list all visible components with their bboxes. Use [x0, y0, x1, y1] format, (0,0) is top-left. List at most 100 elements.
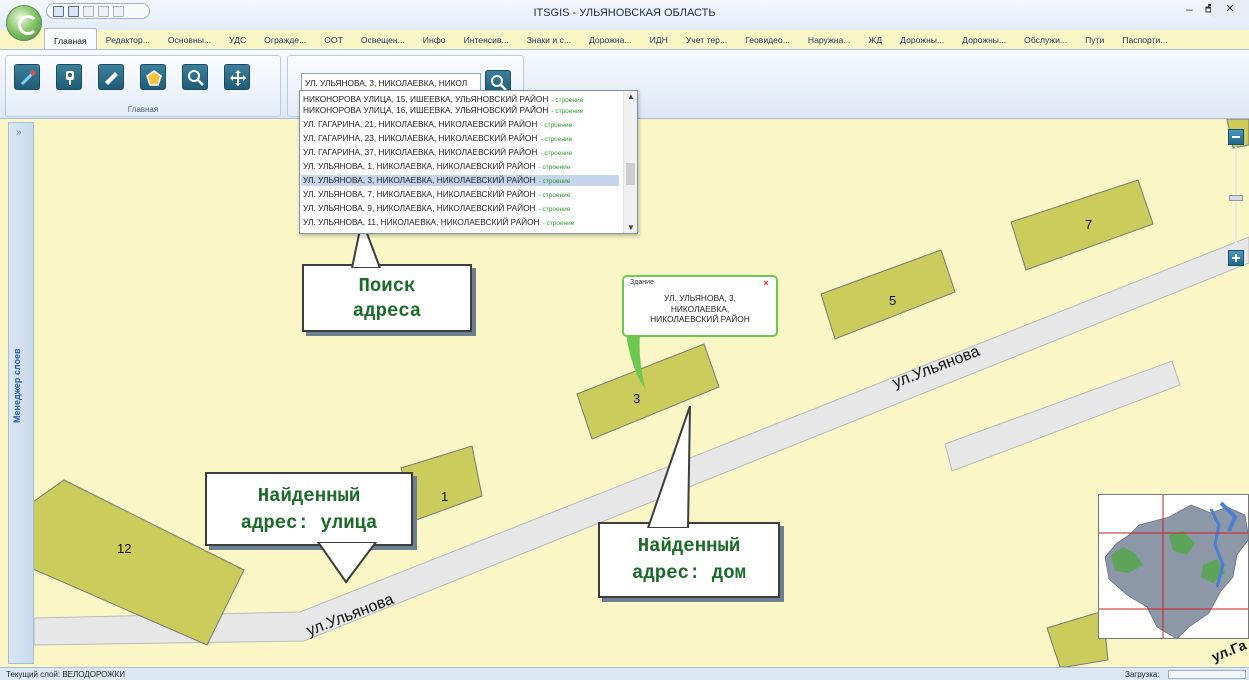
result-type: - строение — [538, 192, 571, 199]
search-result-item[interactable]: НИКОНОРОВА УЛИЦА, 15, ИШЕЕВКА, УЛЬЯНОВСК… — [303, 94, 621, 105]
search-result-item[interactable]: УЛ. ГАГАРИНА, 37, НИКОЛАЕВКА, НИКОЛАЕВСК… — [303, 147, 621, 158]
tab-idn[interactable]: ИДН — [641, 28, 677, 50]
tab-editor[interactable]: Редактор... — [97, 28, 159, 50]
select-tool-button[interactable] — [14, 64, 40, 90]
polygon-button[interactable] — [140, 64, 166, 90]
callout-found-street: Найденный адрес: улица — [205, 472, 413, 546]
building-5[interactable] — [820, 249, 956, 340]
result-type: - строение — [551, 108, 584, 115]
building-number-7: 7 — [1085, 217, 1092, 232]
expand-panel-icon[interactable]: » — [16, 127, 22, 138]
search-result-item[interactable]: УЛ. УЛЬЯНОВА, 9, НИКОЛАЕВКА, НИКОЛАЕВСКИ… — [303, 203, 621, 214]
search-result-item[interactable]: УЛ. УЛЬЯНОВА, 7, НИКОЛАЕВКА, НИКОЛАЕВСКИ… — [303, 189, 621, 200]
layer-manager-label: Менеджер слоев — [12, 348, 22, 423]
scroll-up-icon[interactable]: ▲ — [627, 92, 635, 101]
tab-routes[interactable]: Пути — [1076, 28, 1113, 50]
zoom-in-button[interactable] — [1228, 250, 1244, 266]
road-secondary — [944, 360, 1181, 472]
minimize-button[interactable]: – — [1186, 2, 1193, 16]
tab-passport[interactable]: Паспорти... — [1113, 28, 1176, 50]
zoom-slider-thumb[interactable] — [1229, 195, 1243, 201]
zoom-button[interactable] — [182, 64, 208, 90]
search-result-item[interactable]: УЛ. УЛЬЯНОВА, 11, НИКОЛАЕВКА, НИКОЛАЕВСК… — [303, 217, 621, 228]
polygon-icon — [146, 70, 162, 86]
tab-railway[interactable]: ЖД — [859, 28, 891, 50]
result-address: УЛ. УЛЬЯНОВА, 7, НИКОЛАЕВКА, НИКОЛАЕВСКИ… — [303, 189, 536, 199]
building-number-5: 5 — [889, 293, 896, 308]
result-address: НИКОНОРОВА УЛИЦА, 15, ИШЕЕВКА, УЛЬЯНОВСК… — [303, 94, 549, 104]
callout-found-house: Найденный адрес: дом — [598, 522, 780, 598]
tab-geovideo[interactable]: Геовидео... — [736, 28, 799, 50]
tab-territory[interactable]: Учет тер... — [677, 28, 736, 50]
tab-outdoor[interactable]: Наружна... — [799, 28, 860, 50]
tab-oot[interactable]: ООТ — [315, 28, 352, 50]
result-type: - строение — [542, 220, 575, 227]
results-scrollbar[interactable]: ▲ ▼ — [623, 91, 637, 233]
close-button[interactable]: ✕ — [1211, 0, 1249, 18]
select-tool-icon — [20, 70, 36, 86]
result-type: - строение — [540, 136, 573, 143]
search-results-dropdown: НИКОНОРОВА УЛИЦА, 15, ИШЕЕВКА, УЛЬЯНОВСК… — [299, 90, 638, 234]
building-7[interactable] — [1010, 179, 1154, 271]
tab-road-2[interactable]: Дорожны... — [891, 28, 953, 50]
title-bar: ITSGIS - УЛЬЯНОВСКАЯ ОБЛАСТЬ – 🗗 ✕ — [0, 0, 1249, 30]
result-type: - строение — [540, 150, 573, 157]
tab-service[interactable]: Обслужи... — [1015, 28, 1076, 50]
zoom-icon — [188, 70, 204, 86]
search-result-item[interactable]: НИКОНОРОВА УЛИЦА, 16, ИШЕЕВКА, УЛЬЯНОВСК… — [303, 105, 621, 116]
tab-signs[interactable]: Знаки и с... — [518, 28, 580, 50]
callout-text: Найденный — [637, 535, 741, 557]
ribbon-group-label: Главная — [127, 105, 159, 114]
result-address: УЛ. УЛЬЯНОВА, 1, НИКОЛАЕВКА, НИКОЛАЕВСКИ… — [303, 161, 536, 171]
layer-manager-panel[interactable]: » Менеджер слоев — [8, 122, 34, 664]
result-address: УЛ. ГАГАРИНА, 37, НИКОЛАЕВКА, НИКОЛАЕВСК… — [303, 147, 538, 157]
result-address: УЛ. ГАГАРИНА, 23, НИКОЛАЕВКА, НИКОЛАЕВСК… — [303, 133, 538, 143]
search-result-item[interactable]: УЛ. УЛЬЯНОВА, 1, НИКОЛАЕВКА, НИКОЛАЕВСКИ… — [303, 161, 621, 172]
callout-text: адрес: дом — [631, 562, 747, 584]
result-type: - строение — [551, 97, 584, 104]
callout-text: адреса — [352, 300, 422, 322]
tab-uds[interactable]: УДС — [220, 28, 255, 50]
building-1[interactable] — [400, 445, 483, 521]
tab-info[interactable]: Инфо — [414, 28, 455, 50]
status-bar: Текущий слой: ВЕЛОДОРОЖКИ Загрузка: — [0, 667, 1249, 680]
street-label-corner: ул.Га — [1209, 636, 1248, 664]
load-progress-bar — [1168, 670, 1246, 679]
popup-header: Здание — [630, 279, 654, 286]
pan-icon — [230, 70, 246, 86]
result-address: УЛ. ГАГАРИНА, 21, НИКОЛАЕВКА, НИКОЛАЕВСК… — [303, 119, 538, 129]
result-type: - строение — [540, 122, 573, 129]
overview-map[interactable] — [1098, 494, 1249, 639]
scroll-down-icon[interactable]: ▼ — [627, 223, 635, 232]
ruler-button[interactable] — [98, 64, 124, 90]
popup-close-icon[interactable]: × — [761, 279, 771, 289]
popup-pointer — [626, 334, 646, 390]
search-result-item[interactable]: УЛ. ГАГАРИНА, 21, НИКОЛАЕВКА, НИКОЛАЕВСК… — [303, 119, 621, 130]
tab-basic[interactable]: Основны... — [159, 28, 220, 50]
callout-street-pointer — [316, 542, 378, 584]
callout-text: адрес: улица — [240, 512, 378, 534]
tab-road[interactable]: Дорожна... — [580, 28, 641, 50]
place-marker-button[interactable] — [56, 64, 82, 90]
search-result-item-selected[interactable]: УЛ. УЛЬЯНОВА, 3, НИКОЛАЕВКА, НИКОЛАЕВСКИ… — [301, 175, 619, 186]
building-number-12: 12 — [117, 541, 131, 556]
tab-intensity[interactable]: Интенсив... — [455, 28, 518, 50]
zoom-out-button[interactable] — [1228, 129, 1244, 145]
callout-search-address: Поиск адреса — [302, 264, 472, 332]
search-result-item[interactable]: УЛ. ГАГАРИНА, 23, НИКОЛАЕВКА, НИКОЛАЕВСК… — [303, 133, 621, 144]
building-number-1: 1 — [441, 489, 448, 504]
place-marker-icon — [66, 71, 74, 85]
tab-lighting[interactable]: Освещен... — [352, 28, 414, 50]
scroll-thumb[interactable] — [626, 163, 635, 185]
popup-address-line: НИКОЛАЕВСКИЙ РАЙОН — [650, 314, 750, 324]
app-menu-button[interactable] — [6, 5, 42, 41]
building-info-popup: Здание × УЛ. УЛЬЯНОВА, 3, НИКОЛАЕВКА, НИ… — [622, 275, 778, 337]
result-address: УЛ. УЛЬЯНОВА, 3, НИКОЛАЕВКА, НИКОЛАЕВСКИ… — [303, 175, 536, 185]
pan-button[interactable] — [224, 64, 250, 90]
tab-road-3[interactable]: Дорожны... — [953, 28, 1015, 50]
tab-main[interactable]: Главная — [44, 28, 97, 50]
callout-text: Найденный — [257, 485, 361, 507]
callout-text: Поиск — [358, 275, 416, 297]
overview-map-svg — [1099, 495, 1248, 638]
tab-barriers[interactable]: Огражде... — [255, 28, 315, 50]
